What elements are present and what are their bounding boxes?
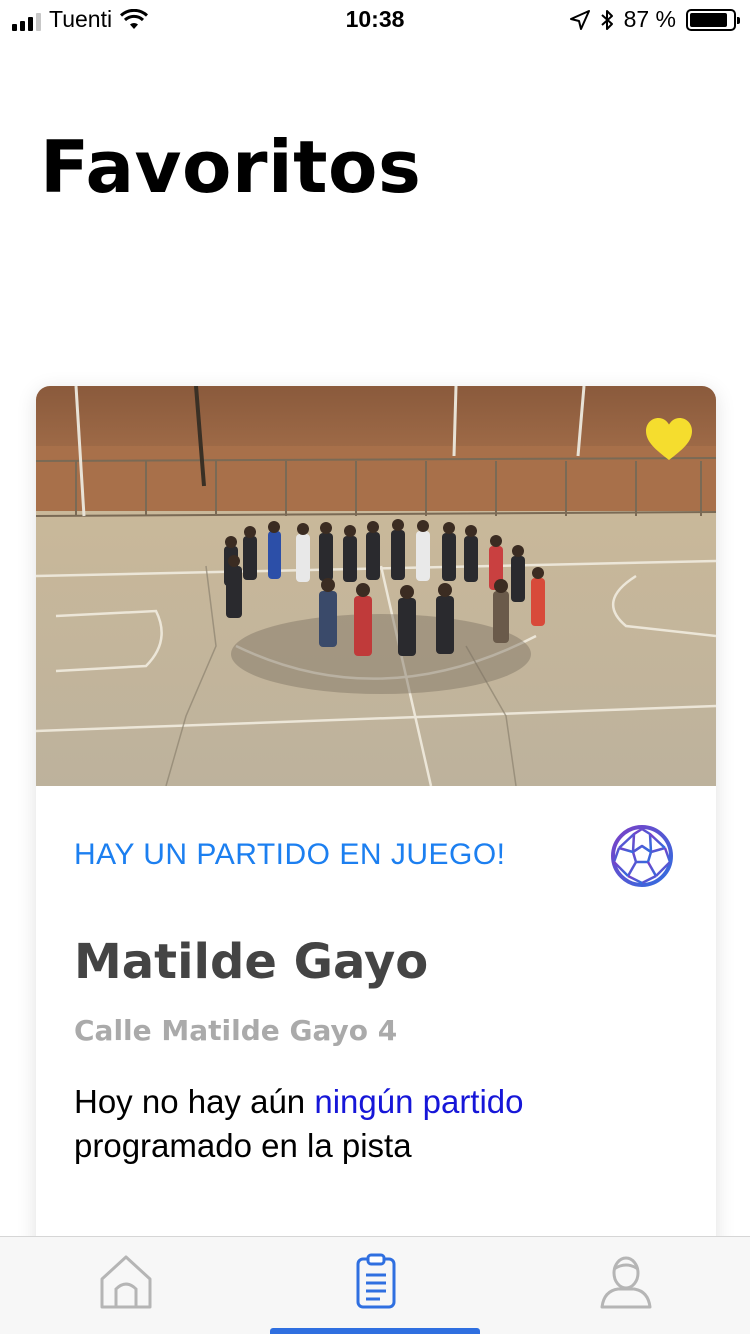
home-icon[interactable] — [96, 1251, 156, 1311]
battery-icon — [686, 8, 740, 31]
active-tab-indicator — [270, 1328, 480, 1334]
page-title: Favoritos — [40, 125, 422, 209]
battery-level — [690, 12, 727, 27]
venue-photo — [36, 386, 716, 786]
status-bar: Tuenti 10:38 87 % — [0, 0, 750, 40]
message-text-end: programado en la pista — [74, 1127, 412, 1164]
message-text: Hoy no hay aún — [74, 1083, 315, 1120]
live-match-row[interactable]: HAY UN PARTIDO EN JUEGO! — [74, 824, 674, 894]
venue-card[interactable]: HAY UN PARTIDO EN JUEGO! Matilde Gayo Ca… — [36, 386, 716, 1286]
favorite-heart-icon[interactable] — [644, 416, 694, 462]
venue-name: Matilde Gayo — [74, 934, 429, 990]
no-match-link[interactable]: ningún partido — [314, 1083, 523, 1120]
live-match-banner[interactable]: HAY UN PARTIDO EN JUEGO! — [74, 838, 506, 872]
location-arrow-icon — [569, 9, 590, 30]
profile-icon[interactable] — [596, 1251, 656, 1311]
clipboard-icon[interactable] — [346, 1251, 406, 1311]
battery-percent: 87 % — [623, 6, 676, 32]
tab-bar — [0, 1236, 750, 1334]
venue-status-message: Hoy no hay aún ningún partido programado … — [74, 1080, 674, 1168]
status-right: 87 % — [569, 6, 740, 33]
venue-address: Calle Matilde Gayo 4 — [74, 1014, 398, 1047]
court-photo-illustration — [36, 386, 716, 786]
soccer-ball-icon — [611, 825, 673, 887]
bluetooth-icon — [600, 9, 613, 30]
